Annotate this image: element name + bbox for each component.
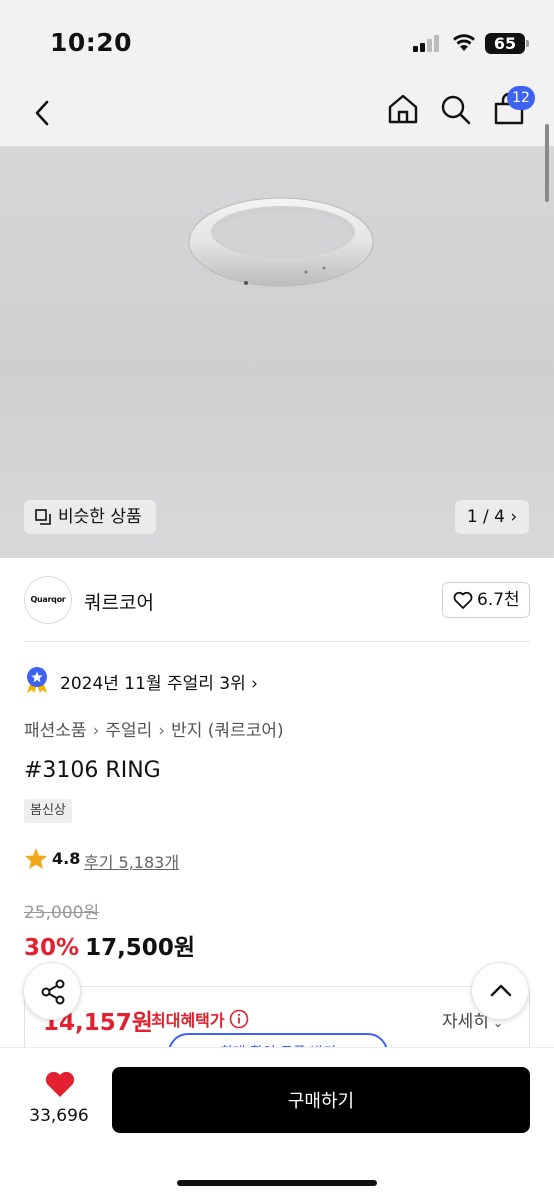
status-bar: 10:20 65 [0, 0, 554, 80]
store-like-button[interactable]: 6.7천 [442, 582, 530, 618]
buy-button[interactable]: 구매하기 [112, 1067, 530, 1133]
share-icon [41, 979, 65, 1005]
home-icon[interactable] [384, 88, 422, 130]
product-title: #3106 RING [24, 758, 161, 783]
back-button[interactable] [24, 90, 64, 134]
ranking-text: 2024년 11월 주얼리 3위 › [60, 674, 258, 694]
store-like-count: 6.7천 [477, 590, 520, 610]
info-icon[interactable] [229, 1009, 249, 1029]
max-benefit-label: 최대혜택가 [151, 1007, 249, 1031]
cellular-signal-icon [413, 34, 443, 52]
rank-medal-icon [27, 667, 47, 693]
original-price: 25,000원 [24, 903, 100, 923]
top-navigation [0, 80, 554, 146]
breadcrumb: 패션소품 › 주얼리 › 반지 (쿼르코어) [24, 721, 284, 741]
sale-price: 17,500원 [85, 935, 195, 961]
battery-icon: 65 [485, 33, 529, 54]
store-logo[interactable]: Quarqor [24, 576, 72, 624]
price-row: 30% 17,500원 [24, 928, 195, 962]
bottom-action-bar: 33,696 구매하기 [0, 1047, 554, 1200]
breadcrumb-item[interactable]: 패션소품 [24, 721, 87, 741]
reviews-link[interactable]: 후기 5,183개 [84, 849, 179, 873]
discount-rate: 30% [24, 935, 80, 961]
image-page-indicator[interactable]: 1 / 4 › [455, 500, 529, 534]
heart-filled-icon[interactable] [44, 1070, 76, 1098]
scroll-to-top-button[interactable] [471, 962, 529, 1020]
heart-outline-icon [453, 591, 473, 609]
store-row: Quarqor 쿼르코어 6.7천 [24, 558, 530, 642]
benefit-detail-label: 자세히 [442, 1012, 489, 1032]
home-indicator [177, 1180, 377, 1186]
wifi-icon [451, 32, 477, 56]
max-benefit-label-text: 최대혜택가 [151, 1011, 225, 1030]
share-button[interactable] [23, 962, 81, 1020]
wish-count: 33,696 [29, 1106, 89, 1126]
rating-score: 4.8 [52, 849, 81, 868]
product-image-gallery[interactable] [0, 146, 554, 558]
product-tag: 봄신상 [24, 799, 72, 823]
copy-icon [35, 509, 51, 525]
product-image-ring [188, 197, 374, 287]
status-time: 10:20 [50, 28, 133, 57]
search-icon[interactable] [437, 88, 475, 130]
max-benefit-box[interactable]: 14,157원 최대혜택가 자세히⌄ 최대 할인 쿠폰 받기 [24, 986, 530, 1056]
cart-count-badge: 12 [507, 86, 535, 110]
chevron-up-icon [490, 984, 512, 997]
breadcrumb-item[interactable]: 주얼리 [105, 721, 152, 741]
similar-products-label: 비슷한 상품 [58, 507, 142, 527]
store-name[interactable]: 쿼르코어 [84, 588, 154, 615]
star-icon [25, 848, 47, 869]
breadcrumb-item[interactable]: 반지 (쿼르코어) [171, 721, 284, 741]
page-scrollbar[interactable] [545, 124, 549, 202]
similar-products-button[interactable]: 비슷한 상품 [24, 500, 156, 534]
